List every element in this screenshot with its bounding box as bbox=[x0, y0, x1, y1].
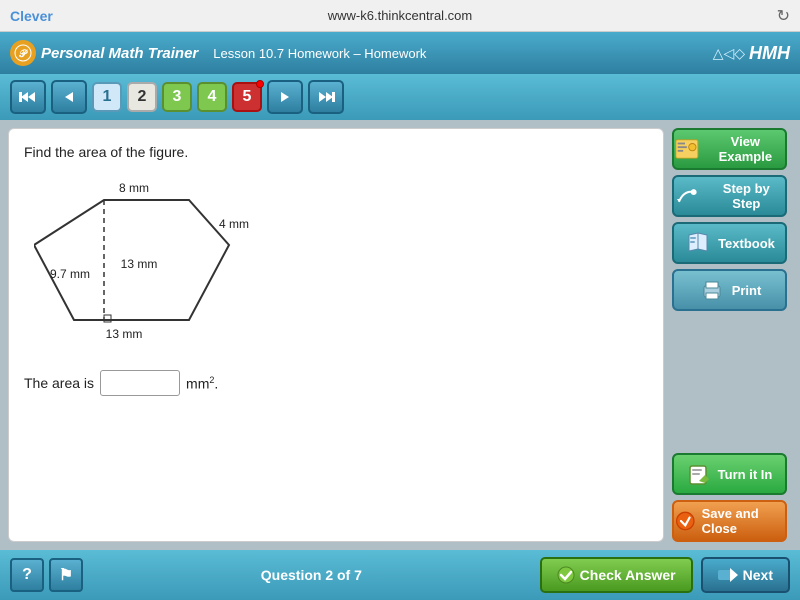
next-button[interactable]: Next bbox=[701, 557, 790, 593]
last-page-button[interactable] bbox=[308, 80, 344, 114]
hmh-triangles-icon: △◁◇ bbox=[713, 45, 745, 62]
answer-input[interactable] bbox=[100, 370, 180, 396]
bottom-bar: ? ⚑ Question 2 of 7 Check Answer Next bbox=[0, 550, 800, 600]
answer-prefix: The area is bbox=[24, 375, 94, 391]
answer-area: The area is mm2. bbox=[24, 370, 648, 396]
help-buttons: ? ⚑ bbox=[10, 558, 83, 592]
question-info: Question 2 of 7 bbox=[83, 567, 540, 583]
view-example-icon bbox=[674, 135, 700, 163]
figure-svg: 8 mm 4 mm 13 mm 9.7 mm 13 mm bbox=[34, 170, 314, 355]
header-lesson: Lesson 10.7 Homework – Homework bbox=[213, 46, 426, 61]
step-by-step-label: Step by Step bbox=[708, 181, 785, 211]
nav-page-1[interactable]: 1 bbox=[92, 82, 122, 112]
error-indicator bbox=[256, 80, 264, 88]
flag-icon: ⚑ bbox=[59, 565, 73, 585]
help-icon: ? bbox=[22, 566, 32, 584]
textbook-button[interactable]: Textbook bbox=[672, 222, 787, 264]
print-label: Print bbox=[732, 283, 762, 298]
side-panel: View Example Step by Step Textbook bbox=[672, 128, 792, 542]
step-by-step-icon bbox=[674, 182, 702, 210]
prev-page-button[interactable] bbox=[51, 80, 87, 114]
clever-logo: Clever bbox=[10, 8, 53, 24]
check-answer-label: Check Answer bbox=[580, 567, 676, 583]
help-button[interactable]: ? bbox=[10, 558, 44, 592]
check-answer-button[interactable]: Check Answer bbox=[540, 557, 693, 593]
question-panel: Find the area of the figure. 8 mm 4 mm bbox=[8, 128, 664, 542]
print-button[interactable]: Print bbox=[672, 269, 787, 311]
nav-page-2[interactable]: 2 bbox=[127, 82, 157, 112]
spacer bbox=[672, 316, 792, 428]
svg-text:9.7 mm: 9.7 mm bbox=[50, 267, 90, 281]
figure-container: 8 mm 4 mm 13 mm 9.7 mm 13 mm bbox=[34, 170, 314, 355]
step-by-step-button[interactable]: Step by Step bbox=[672, 175, 787, 217]
save-close-label: Save and Close bbox=[702, 506, 785, 536]
next-label: Next bbox=[743, 567, 773, 583]
nav-bar: 1 2 3 4 5 bbox=[0, 74, 800, 120]
save-close-button[interactable]: Save and Close bbox=[672, 500, 787, 542]
nav-page-4[interactable]: 4 bbox=[197, 82, 227, 112]
next-icon bbox=[718, 566, 738, 584]
question-instruction: Find the area of the figure. bbox=[24, 144, 648, 160]
header-bar: 𝒫 Personal Math Trainer Lesson 10.7 Home… bbox=[0, 32, 800, 74]
nav-page-5[interactable]: 5 bbox=[232, 82, 262, 112]
header-hmh: △◁◇ HMH bbox=[713, 43, 790, 64]
flag-button[interactable]: ⚑ bbox=[49, 558, 83, 592]
textbook-label: Textbook bbox=[718, 236, 775, 251]
svg-text:4 mm: 4 mm bbox=[219, 217, 249, 231]
view-example-button[interactable]: View Example bbox=[672, 128, 787, 170]
print-icon bbox=[698, 276, 726, 304]
svg-text:8 mm: 8 mm bbox=[119, 181, 149, 195]
save-close-icon bbox=[674, 508, 697, 534]
header-logo: 𝒫 Personal Math Trainer bbox=[10, 40, 198, 66]
svg-text:13 mm: 13 mm bbox=[106, 327, 143, 341]
turn-in-label: Turn it In bbox=[718, 467, 773, 482]
svg-text:13 mm: 13 mm bbox=[121, 257, 158, 271]
turn-in-icon bbox=[687, 461, 713, 487]
textbook-icon bbox=[684, 229, 712, 257]
check-icon bbox=[557, 566, 575, 584]
turn-in-button[interactable]: Turn it In bbox=[672, 453, 787, 495]
browser-bar: Clever www-k6.thinkcentral.com ↻ bbox=[0, 0, 800, 32]
nav-page-3[interactable]: 3 bbox=[162, 82, 192, 112]
hmh-text: HMH bbox=[749, 43, 790, 64]
browser-url: www-k6.thinkcentral.com bbox=[328, 8, 473, 23]
refresh-icon[interactable]: ↻ bbox=[777, 6, 790, 26]
answer-unit: mm2. bbox=[186, 375, 218, 392]
next-page-button[interactable] bbox=[267, 80, 303, 114]
header-logo-text: Personal Math Trainer bbox=[41, 45, 198, 62]
view-example-label: View Example bbox=[706, 134, 785, 164]
logo-icon: 𝒫 bbox=[10, 40, 36, 66]
main-area: Find the area of the figure. 8 mm 4 mm bbox=[0, 120, 800, 550]
bottom-actions: Check Answer Next bbox=[540, 557, 790, 593]
first-page-button[interactable] bbox=[10, 80, 46, 114]
